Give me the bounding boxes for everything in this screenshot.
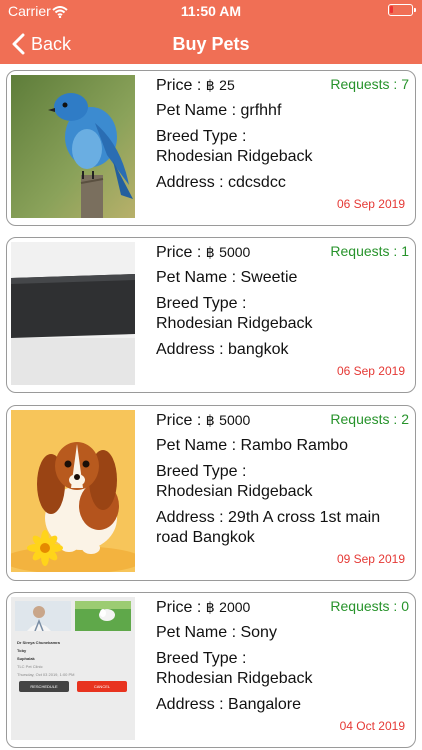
- pet-name: Pet Name : Rambo Rambo: [156, 437, 349, 454]
- battery-icon: [388, 4, 416, 16]
- breed-value: Rhodesian Ridgeback: [156, 148, 313, 165]
- breed-value: Rhodesian Ridgeback: [156, 483, 313, 500]
- page-title: Buy Pets: [172, 34, 250, 54]
- price-label: Price :: [156, 412, 206, 429]
- status-bar: Carrier 11:50 AM: [0, 0, 422, 22]
- thumb-datetime: Thursday, Oct 03 2019, 1:00 PM: [17, 672, 75, 677]
- pet-listing-card[interactable]: Requests : 2 Price : ฿ 5000 Pet Name : R…: [6, 405, 416, 581]
- currency-symbol: ฿: [205, 77, 215, 93]
- currency-symbol: ฿: [205, 599, 215, 615]
- price-text: Price : ฿ 25: [156, 77, 235, 95]
- address: Address : bangkok: [156, 341, 289, 358]
- pet-listing-card[interactable]: Requests : 1 Price : ฿ 5000 Pet Name : S…: [6, 237, 416, 393]
- price-text: Price : ฿ 5000: [156, 244, 250, 262]
- pet-name: Pet Name : Sweetie: [156, 269, 298, 286]
- thumb-grass-photo: [75, 601, 131, 631]
- thumb-doctor-name: Dr Sireya Chunekamra: [17, 640, 60, 645]
- status-time: 11:50 AM: [180, 3, 242, 19]
- pet-listing-card[interactable]: Requests : 7 Price : ฿ 25 Pet Name : grf…: [6, 70, 416, 226]
- breed-label: Breed Type :: [156, 650, 247, 667]
- price-label: Price :: [156, 244, 206, 261]
- address: Address : Bangalore: [156, 696, 301, 713]
- currency-symbol: ฿: [205, 412, 215, 428]
- price-value: 2000: [219, 599, 251, 615]
- pet-photo-box: [11, 242, 135, 385]
- address-line-2: road Bangkok: [156, 529, 255, 546]
- requests-count: Requests : 2: [330, 411, 409, 427]
- pet-name: Pet Name : Sony: [156, 624, 277, 641]
- listing-date: 09 Sep 2019: [336, 552, 405, 566]
- price-value: 5000: [219, 244, 251, 260]
- requests-count: Requests : 0: [330, 598, 409, 614]
- thumb-reschedule-button: RESCHEDULE: [19, 681, 69, 692]
- thumb-clinic: TLC Pet Clinic: [17, 664, 43, 669]
- address: Address : 29th A cross 1st main: [156, 509, 381, 526]
- thumb-cancel-button: CANCEL: [77, 681, 127, 692]
- thumb-profile-photo: [15, 601, 71, 631]
- price-text: Price : ฿ 2000: [156, 599, 250, 617]
- listing-date: 04 Oct 2019: [339, 719, 405, 733]
- pet-name: Pet Name : grfhhf: [156, 102, 282, 119]
- price-value: 5000: [219, 412, 251, 428]
- pet-photo-bird: [11, 75, 135, 218]
- pet-photo-dog: [11, 410, 135, 572]
- currency-symbol: ฿: [205, 244, 215, 260]
- navigation-header: Carrier 11:50 AM Back Buy Pets: [0, 0, 422, 64]
- address: Address : cdcsdcc: [156, 174, 286, 191]
- breed-label: Breed Type :: [156, 295, 247, 312]
- pet-photo-screenshot: Dr Sireya Chunekamra Toby Suphalak TLC P…: [11, 597, 135, 740]
- breed-label: Breed Type :: [156, 463, 247, 480]
- breed-value: Rhodesian Ridgeback: [156, 315, 313, 332]
- breed-value: Rhodesian Ridgeback: [156, 670, 313, 687]
- price-value: 25: [219, 77, 235, 93]
- price-label: Price :: [156, 77, 206, 94]
- requests-count: Requests : 1: [330, 243, 409, 259]
- listing-date: 06 Sep 2019: [336, 364, 405, 378]
- price-label: Price :: [156, 599, 206, 616]
- breed-label: Breed Type :: [156, 128, 247, 145]
- requests-count: Requests : 7: [330, 76, 409, 92]
- thumb-pet-name: Toby: [17, 648, 27, 653]
- price-text: Price : ฿ 5000: [156, 412, 250, 430]
- pet-listing-card[interactable]: Dr Sireya Chunekamra Toby Suphalak TLC P…: [6, 592, 416, 748]
- thumb-owner-name: Suphalak: [17, 656, 35, 661]
- listing-date: 06 Sep 2019: [336, 197, 405, 211]
